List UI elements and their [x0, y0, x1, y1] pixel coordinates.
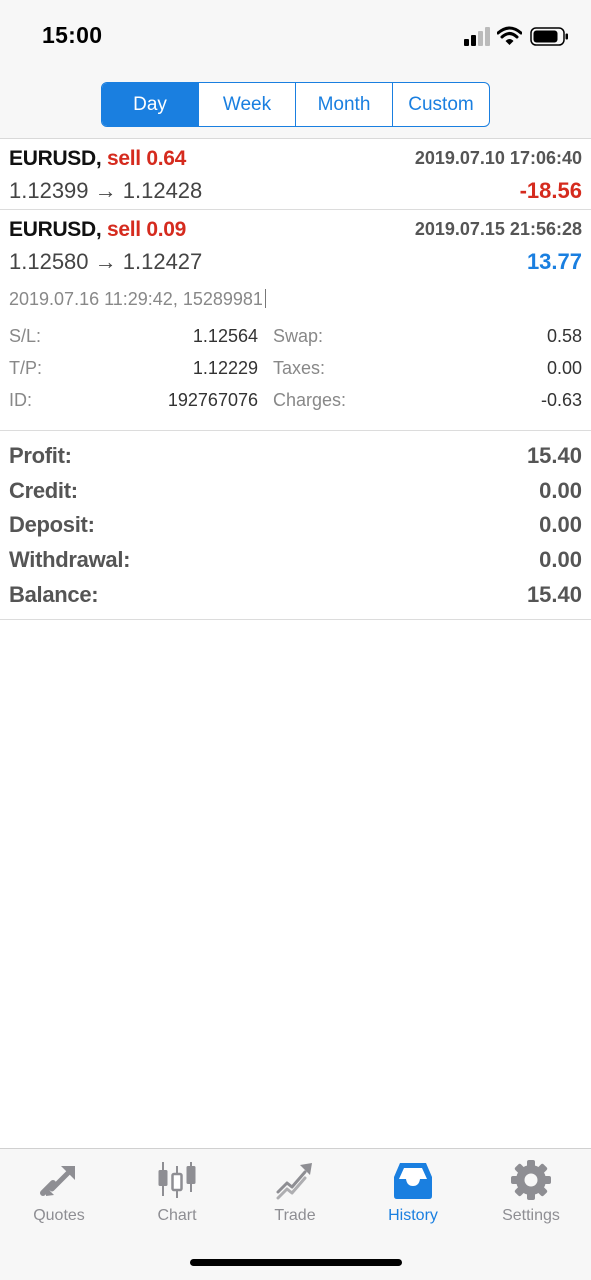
home-indicator[interactable]	[190, 1259, 402, 1266]
tab-trade[interactable]: Trade	[236, 1149, 354, 1239]
close-info-text: 2019.07.16 11:29:42, 15289981	[9, 289, 263, 309]
status-time: 15:00	[42, 22, 103, 48]
tab-label: History	[388, 1207, 438, 1224]
charges-label: Charges:	[273, 390, 347, 410]
symbol-text: EURUSD,	[9, 218, 102, 241]
tab-label: Settings	[502, 1207, 560, 1224]
wifi-icon	[497, 26, 522, 45]
summary-balance: Balance: 15.40	[0, 582, 591, 612]
tab-label: Trade	[274, 1207, 316, 1224]
summary-value: 0.00	[539, 478, 582, 503]
chart-icon	[158, 1162, 196, 1198]
summary-label: Withdrawal:	[9, 547, 131, 572]
deal-type: sell 0.64	[106, 147, 187, 170]
detail-row-sl: S/L: 1.12564 Swap: 0.58	[0, 326, 591, 350]
deal-prices: 1.12399 → 1.12428	[9, 178, 203, 203]
battery-icon	[530, 27, 568, 46]
summary-divider	[0, 619, 591, 620]
segment-month[interactable]: Month	[296, 83, 393, 126]
summary-credit: Credit: 0.00	[0, 478, 591, 508]
segment-custom[interactable]: Custom	[393, 83, 489, 126]
deal-symbol: EURUSD, sell 0.64	[9, 147, 186, 171]
history-icon	[394, 1163, 432, 1199]
detail-row-id: ID: 192767076 Charges: -0.63	[0, 390, 591, 414]
summary-withdrawal: Withdrawal: 0.00	[0, 547, 591, 577]
charges-value: -0.63	[540, 390, 582, 410]
tab-label: Chart	[157, 1207, 197, 1224]
cellular-signal-icon	[464, 27, 490, 46]
deal-type: sell 0.09	[106, 218, 187, 241]
tab-chart[interactable]: Chart	[118, 1149, 236, 1239]
tp-label: T/P:	[9, 358, 43, 378]
deal-close-info: 2019.07.16 11:29:42, 15289981	[9, 289, 266, 310]
trade-icon	[276, 1163, 312, 1200]
segment-week[interactable]: Week	[199, 83, 296, 126]
quotes-icon	[40, 1166, 75, 1196]
swap-value: 0.58	[546, 326, 582, 346]
summary-value: 15.40	[526, 582, 582, 607]
text-caret	[264, 289, 266, 308]
taxes-value: 0.00	[546, 358, 582, 378]
sl-value: 1.12564	[192, 326, 258, 346]
segment-day[interactable]: Day	[102, 83, 199, 126]
summary-value: 15.40	[526, 443, 582, 468]
summary-value: 0.00	[539, 547, 582, 572]
tab-quotes[interactable]: Quotes	[0, 1149, 118, 1239]
period-selector: Day Week Month Custom	[101, 82, 490, 127]
swap-label: Swap:	[273, 326, 324, 346]
deal-time: 2019.07.10 17:06:40	[414, 148, 582, 168]
tab-history[interactable]: History	[354, 1149, 472, 1239]
tab-settings[interactable]: Settings	[472, 1149, 590, 1239]
detail-row-tp: T/P: 1.12229 Taxes: 0.00	[0, 358, 591, 382]
summary-value: 0.00	[539, 512, 582, 537]
symbol-text: EURUSD,	[9, 147, 102, 170]
deal-profit: -18.56	[519, 178, 582, 203]
tab-label: Quotes	[33, 1207, 85, 1224]
summary-label: Credit:	[9, 478, 78, 503]
deal-time: 2019.07.15 21:56:28	[414, 219, 582, 239]
summary-label: Balance:	[9, 582, 99, 607]
summary-label: Deposit:	[9, 512, 95, 537]
taxes-label: Taxes:	[273, 358, 326, 378]
tp-value: 1.12229	[192, 358, 258, 378]
deal-row[interactable]: EURUSD, sell 0.64 2019.07.10 17:06:40 1.…	[0, 140, 591, 210]
summary-label: Profit:	[9, 443, 72, 468]
deal-symbol: EURUSD, sell 0.09	[9, 218, 186, 242]
status-bar: 15:00	[0, 0, 591, 72]
top-area: 15:00 Day Week Month Custom	[0, 0, 591, 139]
summary-deposit: Deposit: 0.00	[0, 512, 591, 542]
summary-profit: Profit: 15.40	[0, 443, 591, 473]
sl-label: S/L:	[9, 326, 42, 346]
id-label: ID:	[9, 390, 33, 410]
deal-prices: 1.12580 → 1.12427	[9, 249, 203, 274]
id-value: 192767076	[167, 390, 258, 410]
deal-profit: 13.77	[526, 249, 582, 274]
settings-icon	[511, 1160, 551, 1200]
